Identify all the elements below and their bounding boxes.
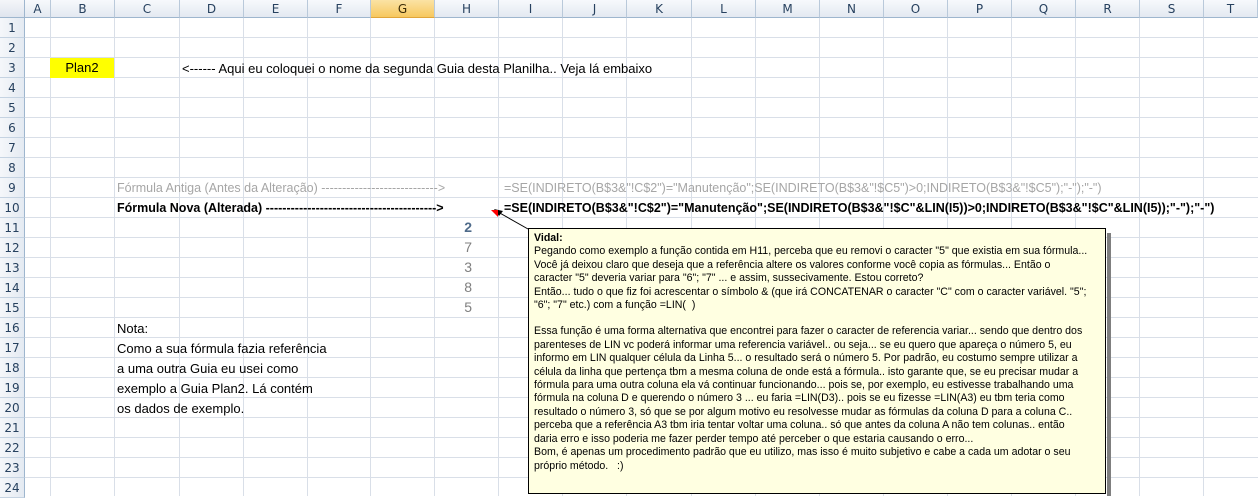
cell-b3-sheet-name[interactable]: Plan2 xyxy=(50,58,114,78)
row-header-22[interactable]: 22 xyxy=(0,438,25,458)
comment-line: caracter "5" deveria variar para "6"; "7… xyxy=(534,272,924,285)
row-header-10[interactable]: 10 xyxy=(0,198,25,218)
column-header-a[interactable]: A xyxy=(25,0,51,18)
cell-i10-new-formula[interactable]: =SE(INDIRETO(B$3&"!C$2")="Manutenção";SE… xyxy=(504,201,1214,215)
comment-line: perceba que a referência A3 tbm iria ten… xyxy=(534,419,1065,432)
column-header-k[interactable]: K xyxy=(627,0,692,18)
comment-line: célula da linha que pertença tbm a mesma… xyxy=(534,365,1079,378)
comment-author: Vidal: xyxy=(534,232,563,244)
row-header-21[interactable]: 21 xyxy=(0,418,25,438)
cell-c18-note-line[interactable]: a uma outra Guia eu usei como xyxy=(117,361,298,376)
column-header-o[interactable]: O xyxy=(884,0,948,18)
column-header-i[interactable]: I xyxy=(499,0,563,18)
row-header-5[interactable]: 5 xyxy=(0,98,25,118)
row-header-15[interactable]: 15 xyxy=(0,298,25,318)
row-header-17[interactable]: 17 xyxy=(0,338,25,358)
grid-line xyxy=(434,18,435,496)
row-header-16[interactable]: 16 xyxy=(0,318,25,338)
grid-line xyxy=(243,18,244,496)
cell-h14-value[interactable]: 8 xyxy=(438,279,472,295)
comment-line: Essa função é uma forma alternativa que … xyxy=(534,325,1083,338)
row-header-11[interactable]: 11 xyxy=(0,218,25,238)
cell-c17-note-line[interactable]: Como a sua fórmula fazia referência xyxy=(117,341,327,356)
cell-c10-new-formula-label[interactable]: Fórmula Nova (Alterada) ----------------… xyxy=(117,201,444,215)
row-header-20[interactable]: 20 xyxy=(0,398,25,418)
column-header-e[interactable]: E xyxy=(244,0,308,18)
row-header-6[interactable]: 6 xyxy=(0,118,25,138)
row-header-4[interactable]: 4 xyxy=(0,78,25,98)
grid-line xyxy=(1203,18,1204,496)
cell-c9-old-formula-label[interactable]: Fórmula Antiga (Antes da Alteração) ----… xyxy=(117,181,445,195)
row-header-13[interactable]: 13 xyxy=(0,258,25,278)
column-header-h[interactable]: H xyxy=(435,0,499,18)
grid-line xyxy=(114,18,115,496)
grid-line xyxy=(307,18,308,496)
spreadsheet: A B C D E F G H I J K L M N O P Q R S T … xyxy=(0,0,1258,498)
row-header-23[interactable]: 23 xyxy=(0,458,25,478)
grid-line xyxy=(370,18,371,496)
column-header-t[interactable]: T xyxy=(1204,0,1258,18)
column-header-s[interactable]: S xyxy=(1140,0,1204,18)
cell-h13-value[interactable]: 3 xyxy=(438,259,472,275)
comment-line: resultado o número 3, só que se por algu… xyxy=(534,405,1073,418)
row-header-24[interactable]: 24 xyxy=(0,478,25,498)
comment-line: fórmula na coluna D e querendo o número … xyxy=(534,392,1065,405)
row-header-14[interactable]: 14 xyxy=(0,278,25,298)
cell-c20-note-line[interactable]: os dados de exemplo. xyxy=(117,401,244,416)
cell-c16-note-title[interactable]: Nota: xyxy=(117,321,148,336)
row-header-9[interactable]: 9 xyxy=(0,178,25,198)
row-header-19[interactable]: 19 xyxy=(0,378,25,398)
cell-i9-old-formula[interactable]: =SE(INDIRETO(B$3&"!C$2")="Manutenção";SE… xyxy=(504,181,1102,195)
row-header-3[interactable]: 3 xyxy=(0,58,25,78)
row-header-2[interactable]: 2 xyxy=(0,38,25,58)
column-header-n[interactable]: N xyxy=(820,0,884,18)
column-header-q[interactable]: Q xyxy=(1012,0,1076,18)
column-header-j[interactable]: J xyxy=(563,0,627,18)
comment-line: próprio método. :) xyxy=(534,459,624,472)
cell-h11-value[interactable]: 2 xyxy=(438,219,472,235)
column-header-bar: A B C D E F G H I J K L M N O P Q R S T xyxy=(0,0,1258,18)
row-header-8[interactable]: 8 xyxy=(0,158,25,178)
column-header-f[interactable]: F xyxy=(308,0,371,18)
row-header-7[interactable]: 7 xyxy=(0,138,25,158)
column-header-d[interactable]: D xyxy=(180,0,244,18)
cell-h15-value[interactable]: 5 xyxy=(438,299,472,315)
comment-line: informo em LIN qualquer célula da Linha … xyxy=(534,352,1078,365)
comment-line: Bom, é apenas um procedimento padrão que… xyxy=(534,446,1071,459)
column-header-m[interactable]: M xyxy=(756,0,820,18)
cell-h12-value[interactable]: 7 xyxy=(438,239,472,255)
grid-line xyxy=(498,18,499,496)
comment-line: daria erro e isso poderia me fazer perde… xyxy=(534,432,974,445)
comment-line: fórmula para uma outra coluna ela vá con… xyxy=(534,379,1074,392)
grid-line xyxy=(179,18,180,496)
cell-comment-box[interactable]: Vidal: Pegando como exemplo a função con… xyxy=(528,228,1106,494)
column-header-p[interactable]: P xyxy=(948,0,1012,18)
comment-line: Você já deixou claro que deseja que a re… xyxy=(534,258,1051,271)
comment-line: "6"; "7" etc.) com a função =LIN( ) xyxy=(534,299,696,312)
comment-line: Pegando como exemplo a função contida em… xyxy=(534,245,1088,258)
column-header-b[interactable]: B xyxy=(51,0,115,18)
column-header-l[interactable]: L xyxy=(692,0,756,18)
comment-line: parenteses de LIN vc poderá informar uma… xyxy=(534,338,1072,351)
column-header-r[interactable]: R xyxy=(1076,0,1140,18)
grid-line xyxy=(1139,18,1140,496)
comment-spacer xyxy=(534,312,1100,325)
grid-line xyxy=(50,18,51,496)
select-all-corner[interactable] xyxy=(0,0,25,18)
comment-shadow xyxy=(1107,233,1111,496)
row-header-18[interactable]: 18 xyxy=(0,358,25,378)
cell-c19-note-line[interactable]: exemplo a Guia Plan2. Lá contém xyxy=(117,381,313,396)
row-header-1[interactable]: 1 xyxy=(0,18,25,38)
column-header-c[interactable]: C xyxy=(115,0,180,18)
column-header-g[interactable]: G xyxy=(371,0,435,18)
comment-line: Então... tudo o que fiz foi acrescentar … xyxy=(534,285,1087,298)
row-header-12[interactable]: 12 xyxy=(0,238,25,258)
cell-c3-note[interactable]: <------ Aqui eu coloquei o nome da segun… xyxy=(182,61,652,76)
